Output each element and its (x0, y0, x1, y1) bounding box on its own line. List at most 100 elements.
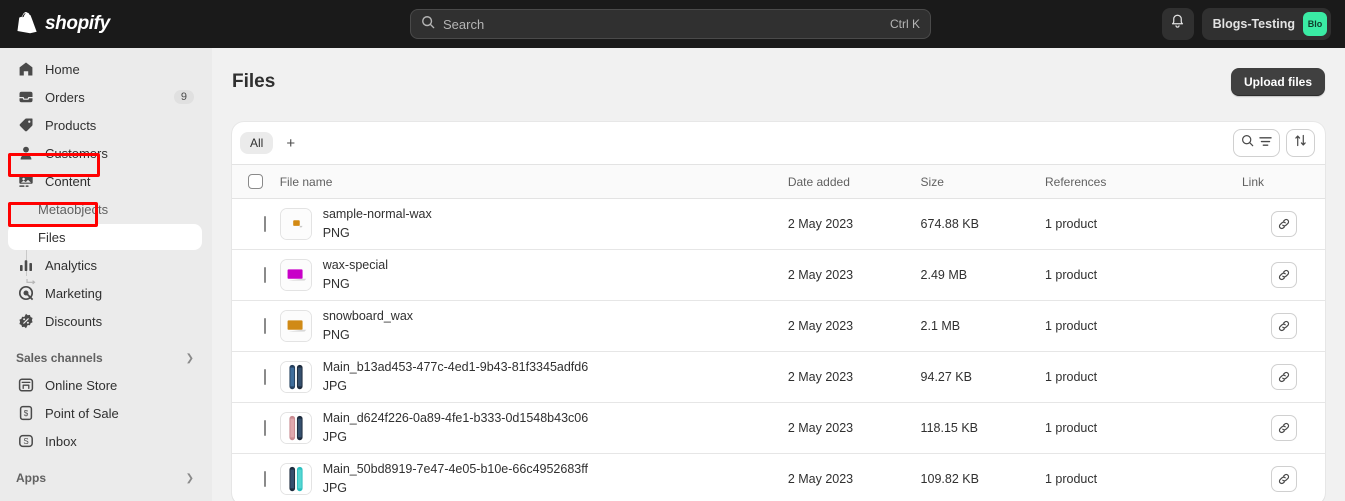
sidebar-item-point-of-sale[interactable]: $ Point of Sale (8, 400, 202, 426)
sidebar-item-discounts[interactable]: Discounts (8, 308, 202, 334)
references-cell: 1 product (1045, 454, 1242, 501)
date-added: 2 May 2023 (787, 370, 854, 384)
notifications-button[interactable] (1161, 8, 1194, 40)
row-checkbox[interactable] (264, 216, 266, 232)
file-type: JPG (322, 430, 347, 444)
group-label: Apps (16, 471, 46, 485)
row-select-cell (232, 249, 280, 301)
search-placeholder: Search (443, 16, 485, 32)
row-checkbox[interactable] (264, 318, 266, 334)
file-thumbnail (279, 463, 312, 496)
file-name[interactable]: Main_50bd8919-7e47-4e05-b10e-66c4952683f… (323, 462, 588, 476)
copy-link-button[interactable] (1270, 364, 1297, 390)
orders-badge: 9 (173, 90, 194, 104)
search-and-filter-button[interactable] (1233, 129, 1280, 157)
sidebar-item-label: Discounts (45, 313, 103, 329)
sidebar-item-customers[interactable]: Customers (8, 140, 202, 166)
sidebar-item-marketing[interactable]: Marketing (8, 280, 202, 306)
chevron-right-icon: ❯ (185, 352, 194, 364)
date-added: 2 May 2023 (787, 472, 854, 487)
customers-person-icon (16, 143, 36, 163)
sidebar-group-apps[interactable]: Apps ❯ (8, 466, 202, 490)
file-name-cell: sample-normal-wax PNG (279, 198, 788, 250)
select-all-checkbox[interactable] (248, 174, 263, 189)
size-cell: 2.1 MB (920, 300, 1045, 352)
column-date-added: Date added (787, 165, 921, 199)
file-name[interactable]: Main_b13ad453-477c-4ed1-9b43-81f3345adfd… (323, 360, 589, 374)
sidebar-item-online-store[interactable]: Online Store (8, 372, 202, 398)
group-label: Sales channels (16, 351, 103, 365)
file-name[interactable]: wax-special (323, 258, 388, 272)
sidebar-item-inbox[interactable]: S Inbox (8, 428, 202, 454)
column-size: Size (920, 165, 1045, 199)
sidebar-item-label: Home (45, 61, 80, 77)
row-select-cell (232, 351, 280, 403)
upload-files-button[interactable]: Upload files (1230, 68, 1325, 96)
column-link: Link (1242, 165, 1325, 199)
sidebar-item-label: Metaobjects (38, 201, 109, 217)
marketing-target-icon (16, 283, 36, 303)
sidebar-item-analytics[interactable]: Analytics (8, 252, 202, 278)
tab-all[interactable]: All (240, 132, 274, 154)
global-search-input[interactable]: Search Ctrl K (410, 9, 931, 39)
table-row[interactable]: Main_50bd8919-7e47-4e05-b10e-66c4952683f… (232, 454, 1325, 501)
file-size: 2.49 MB (920, 268, 968, 282)
chevron-right-icon: ❯ (185, 472, 194, 484)
table-row[interactable]: wax-special PNG 2 May 2023 2.49 MB 1 product (232, 249, 1325, 301)
date-added: 2 May 2023 (787, 319, 854, 333)
svg-text:$: $ (24, 409, 29, 418)
references-count: 1 product (1044, 319, 1098, 333)
row-checkbox[interactable] (264, 420, 266, 436)
row-select-cell (232, 454, 280, 501)
file-name[interactable]: sample-normal-wax (323, 207, 432, 221)
row-select-cell (232, 198, 280, 250)
point-of-sale-icon: $ (16, 403, 36, 423)
copy-link-button[interactable] (1270, 466, 1297, 493)
copy-link-button[interactable] (1270, 415, 1297, 441)
column-references: References (1044, 165, 1242, 199)
references-cell: 1 product (1044, 402, 1242, 454)
toolbar-actions (1233, 129, 1315, 157)
date-added-cell: 2 May 2023 (787, 249, 921, 301)
files-table-head: File name Date added Size References Lin… (232, 165, 1325, 199)
row-checkbox[interactable] (264, 267, 266, 283)
table-row[interactable]: snowboard_wax PNG 2 May 2023 2.1 MB 1 produc… (232, 300, 1325, 352)
sidebar-item-content[interactable]: Content (8, 168, 202, 194)
page-title: Files (232, 71, 276, 92)
copy-link-button[interactable] (1270, 211, 1297, 237)
link-cell (1242, 198, 1325, 250)
copy-link-button[interactable] (1270, 262, 1297, 288)
file-size: 674.88 KB (920, 217, 979, 231)
size-cell: 109.82 KB (921, 454, 1045, 501)
sort-arrows-icon (1294, 134, 1307, 152)
shopify-bag-icon (16, 12, 38, 36)
sidebar-item-home[interactable]: Home (8, 56, 202, 82)
table-row[interactable]: Main_b13ad453-477c-4ed1-9b43-81f3345adfd… (232, 351, 1325, 403)
store-account-button[interactable]: Blogs-Testing Blo (1201, 8, 1331, 40)
references-cell: 1 product (1044, 249, 1242, 301)
sidebar-item-label: Online Store (45, 377, 118, 393)
sidebar-group-sales-channels[interactable]: Sales channels ❯ (8, 346, 202, 370)
file-name[interactable]: snowboard_wax (323, 309, 413, 323)
sidebar-item-files[interactable]: Files (8, 224, 202, 250)
shopify-admin-files-page: shopify Search Ctrl K Blogs-Testing Blo … (0, 0, 1345, 501)
filter-lines-icon (1259, 134, 1272, 152)
sidebar-item-orders[interactable]: Orders 9 (8, 84, 202, 110)
copy-link-button[interactable] (1270, 313, 1297, 339)
table-row[interactable]: Main_d624f226-0a89-4fe1-b333-0d1548b43c0… (232, 402, 1325, 454)
add-view-button[interactable]: + (277, 134, 304, 153)
shopify-logo[interactable]: shopify (0, 12, 212, 36)
link-cell (1242, 402, 1325, 454)
table-row[interactable]: sample-normal-wax PNG 2 May 2023 674.88 KB 1… (232, 198, 1325, 250)
files-toolbar: All + (232, 122, 1325, 165)
products-tag-icon (16, 115, 36, 135)
file-name[interactable]: Main_d624f226-0a89-4fe1-b333-0d1548b43c0… (323, 411, 589, 425)
file-size: 94.27 KB (920, 370, 972, 384)
sort-button[interactable] (1286, 129, 1315, 157)
row-checkbox[interactable] (264, 471, 266, 488)
references-cell: 1 product (1044, 198, 1242, 250)
sidebar-item-metaobjects[interactable]: Metaobjects (8, 196, 202, 222)
main-content: Files Upload files All + File name Date … (212, 48, 1345, 501)
row-checkbox[interactable] (264, 369, 266, 385)
sidebar-item-products[interactable]: Products (8, 112, 202, 138)
